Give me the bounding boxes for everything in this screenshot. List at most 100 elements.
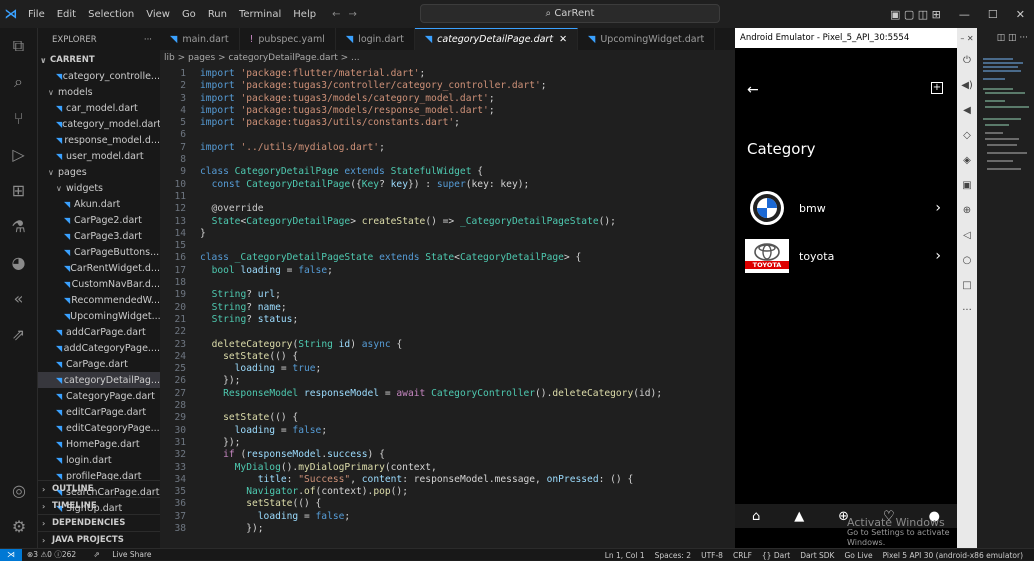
remote-indicator-icon[interactable]: ⋊ <box>0 548 22 561</box>
rotate-right-icon[interactable]: ◈ <box>957 148 977 173</box>
tree-file[interactable]: ◥ CategoryPage.dart <box>38 388 160 404</box>
home-icon[interactable]: ⌂ <box>752 509 760 524</box>
settings-gear-icon[interactable]: ⚙ <box>0 508 38 544</box>
status-item[interactable]: Pixel 5 API 30 (android-x86 emulator) <box>883 551 1023 560</box>
tree-folder[interactable]: ∨ widgets <box>38 180 160 196</box>
menu-item-selection[interactable]: Selection <box>88 9 134 20</box>
editor-tab[interactable]: ◥ main.dart <box>160 28 240 50</box>
editor-tab[interactable]: ◥ categoryDetailPage.dart ✕ <box>414 28 579 50</box>
status-item[interactable]: Spaces: 2 <box>655 551 691 560</box>
status-item[interactable]: Ln 1, Col 1 <box>605 551 645 560</box>
code-line: 18 <box>160 277 735 289</box>
forward-arrow-icon[interactable]: → <box>348 9 364 20</box>
tree-file[interactable]: ◥ UpcomingWidget... <box>38 308 160 324</box>
menu-item-terminal[interactable]: Terminal <box>239 9 281 20</box>
extensions-icon[interactable]: ⊞ <box>0 172 37 208</box>
tree-file[interactable]: ◥ editCarPage.dart <box>38 404 160 420</box>
tree-file[interactable]: ◥ category_controlle... <box>38 68 160 84</box>
tree-file[interactable]: ◥ CarPageButtons... <box>38 244 160 260</box>
close-icon[interactable]: ✕ <box>1016 8 1025 21</box>
maximize-icon[interactable]: ☐ <box>988 8 998 21</box>
phone-screen[interactable]: ← + Category bmw › TOYOTA toyota › ⌂ ▲ ⊕… <box>735 48 957 548</box>
volume-up-icon[interactable]: ◀) <box>957 73 977 98</box>
menu-item-go[interactable]: Go <box>182 9 196 20</box>
flutter-icon[interactable]: « <box>0 280 37 316</box>
editor-tab[interactable]: ◥ UpcomingWidget.dart <box>578 28 716 50</box>
run-debug-icon[interactable]: ▷ <box>0 136 37 172</box>
more-icon[interactable]: ··· <box>957 298 977 323</box>
live-share-button[interactable]: ⇗ Live Share <box>89 550 157 559</box>
status-item[interactable]: CRLF <box>733 551 752 560</box>
problems-count[interactable]: ⊗3 ⚠0 ⓘ262 <box>27 550 76 559</box>
tree-file[interactable]: ◥ CarPage3.dart <box>38 228 160 244</box>
menu-item-view[interactable]: View <box>146 9 170 20</box>
code-token: ) <box>350 338 362 350</box>
account-icon[interactable]: ◎ <box>0 472 38 508</box>
explorer-icon[interactable]: ⧉ <box>0 28 37 64</box>
testing-icon[interactable]: ⚗ <box>0 208 37 244</box>
category-item-toyota[interactable]: TOYOTA toyota › <box>745 236 945 276</box>
tree-file[interactable]: ◥ CarPage2.dart <box>38 212 160 228</box>
code-editor[interactable]: 1 import 'package:flutter/material.dart';… <box>160 68 735 548</box>
tree-file[interactable]: ◥ category_model.dart <box>38 116 160 132</box>
tree-file[interactable]: ◥ editCategoryPage... <box>38 420 160 436</box>
category-icon[interactable]: ▲ <box>794 509 804 524</box>
category-item-bmw[interactable]: bmw › <box>745 188 945 228</box>
back-arrow-icon[interactable]: ← <box>747 82 759 98</box>
live-share-icon[interactable]: ⇗ <box>0 316 37 352</box>
tree-file[interactable]: ◥ addCarPage.dart <box>38 324 160 340</box>
more-actions-icon[interactable]: ··· <box>144 35 152 45</box>
overview-icon[interactable]: □ <box>957 273 977 298</box>
volume-down-icon[interactable]: ◀ <box>957 98 977 123</box>
tree-file[interactable]: ◥ login.dart <box>38 452 160 468</box>
command-center[interactable]: ⌕ CarRent <box>420 4 720 23</box>
emulator-window-controls[interactable]: – ✕ <box>957 28 977 48</box>
section-outline[interactable]: › OUTLINE <box>38 480 160 497</box>
search-icon[interactable]: ⌕ <box>0 64 37 100</box>
project-root[interactable]: ∨ CARRENT <box>38 52 160 68</box>
status-item[interactable]: Go Live <box>844 551 872 560</box>
breadcrumb[interactable]: lib > pages > categoryDetailPage.dart > … <box>160 50 735 66</box>
menu-item-file[interactable]: File <box>28 9 45 20</box>
tree-file[interactable]: ◥ response_model.d... <box>38 132 160 148</box>
menu-item-edit[interactable]: Edit <box>57 9 76 20</box>
section-java-projects[interactable]: › JAVA PROJECTS <box>38 531 160 548</box>
tree-file[interactable]: ◥ user_model.dart <box>38 148 160 164</box>
tree-file[interactable]: ◥ CarPage.dart <box>38 356 160 372</box>
minimap[interactable]: ◫ ◫ ··· <box>977 28 1034 548</box>
tree-file[interactable]: ◥ addCategoryPage.... <box>38 340 160 356</box>
camera-icon[interactable]: ▣ <box>957 173 977 198</box>
status-item[interactable]: UTF-8 <box>701 551 723 560</box>
status-item[interactable]: Dart SDK <box>800 551 834 560</box>
tree-folder[interactable]: ∨ models <box>38 84 160 100</box>
zoom-icon[interactable]: ⊕ <box>957 198 977 223</box>
home-circle-icon[interactable]: ○ <box>957 248 977 273</box>
split-editor-icon[interactable]: ◫ ◫ ··· <box>977 28 1034 48</box>
editor-tab[interactable]: ◥ login.dart <box>336 28 415 50</box>
section-timeline[interactable]: › TIMELINE <box>38 497 160 514</box>
menu-item-help[interactable]: Help <box>293 9 316 20</box>
tree-file[interactable]: ◥ CarRentWidget.d... <box>38 260 160 276</box>
tree-folder[interactable]: ∨ pages <box>38 164 160 180</box>
back-arrow-icon[interactable]: ← <box>332 9 348 20</box>
source-control-icon[interactable]: ⑂ <box>0 100 37 136</box>
minimize-icon[interactable]: — <box>959 8 970 21</box>
tree-file[interactable]: ◥ HomePage.dart <box>38 436 160 452</box>
editor-tab[interactable]: ! pubspec.yaml <box>240 28 336 50</box>
back-icon[interactable]: ◁ <box>957 223 977 248</box>
menu-item-run[interactable]: Run <box>208 9 227 20</box>
close-tab-icon[interactable]: ✕ <box>559 34 567 45</box>
power-icon[interactable]: ⏻ <box>957 48 977 73</box>
tree-file[interactable]: ◥ car_model.dart <box>38 100 160 116</box>
tree-file[interactable]: ◥ categoryDetailPag... <box>38 372 160 388</box>
layout-icon[interactable]: ▣ ▢ ◫ ⊞ <box>890 8 941 21</box>
tree-file[interactable]: ◥ RecommendedW... <box>38 292 160 308</box>
section-dependencies[interactable]: › DEPENDENCIES <box>38 514 160 531</box>
remote-icon[interactable]: ◕ <box>0 244 37 280</box>
rotate-left-icon[interactable]: ◇ <box>957 123 977 148</box>
live-share-icon: ⇗ <box>93 550 103 559</box>
status-item[interactable]: {} Dart <box>762 551 790 560</box>
add-box-icon[interactable]: + <box>931 82 943 94</box>
tree-file[interactable]: ◥ CustomNavBar.d... <box>38 276 160 292</box>
tree-file[interactable]: ◥ Akun.dart <box>38 196 160 212</box>
